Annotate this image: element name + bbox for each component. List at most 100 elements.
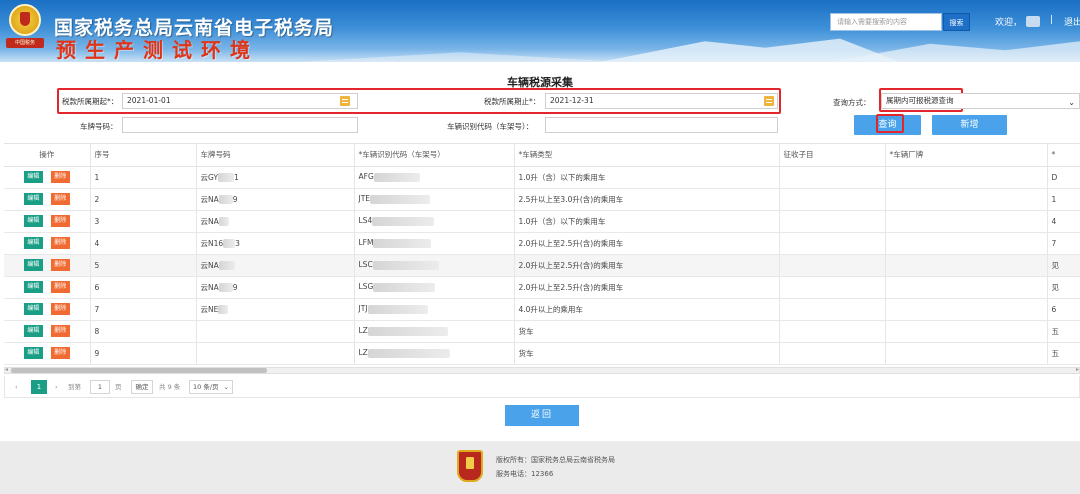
delete-button[interactable]: 删除 (50, 259, 70, 271)
vehicle-type-cell: 2.0升以上至2.5升(含)的乘用车 (514, 276, 780, 299)
tax-badge-icon (457, 450, 483, 482)
page-unit: 页 (115, 383, 122, 391)
delete-button[interactable]: 删除 (50, 193, 70, 205)
total-count: 共 9 条 (159, 383, 181, 391)
goto-label: 到第 (68, 383, 81, 391)
extra-cell: 见 (1047, 254, 1080, 277)
tax-emblem-icon: 中国税务 (6, 4, 44, 52)
table-row: 编辑 删除 8 LZ 货车 五 (4, 320, 1080, 343)
next-page-icon[interactable]: › (55, 380, 58, 394)
query-mode-select[interactable]: 属期内可报税源查询 ⌄ (881, 93, 1080, 109)
plate-suffix: 1 (234, 172, 239, 182)
column-header: *车辆类型 (514, 144, 780, 167)
edit-button[interactable]: 编辑 (23, 193, 43, 205)
chevron-down-icon: ⌄ (223, 383, 229, 391)
vehicle-table: 操作 序号 车牌号码 *车辆识别代码（车架号） *车辆类型 征收子目 *车辆厂牌… (4, 143, 1080, 371)
vehicle-type-cell: 2.0升以上至2.5升(含)的乘用车 (514, 254, 780, 277)
period-end-input[interactable]: 2021-12-31 (545, 93, 778, 109)
edit-button[interactable]: 编辑 (23, 325, 43, 337)
vin-prefix: JTJ (358, 304, 368, 314)
service-phone: 服务电话：12366 (496, 470, 554, 478)
banner-decoration (830, 41, 1080, 62)
table-row: 编辑 删除 5 云NA LSC 2.0升以上至2.5升(含)的乘用车 见 (4, 254, 1080, 277)
edit-button[interactable]: 编辑 (23, 215, 43, 227)
header-banner: 中国税务 国家税务总局云南省电子税务局 预生产测试环境 请输入需要搜索的内容 搜… (0, 0, 1080, 62)
plate-cell: 云NA 9 (196, 188, 355, 211)
delete-button[interactable]: 删除 (50, 171, 70, 183)
sub-item-cell (779, 298, 886, 321)
vin-input[interactable] (545, 117, 778, 133)
brand-cell (885, 232, 1048, 255)
current-page[interactable]: 1 (31, 380, 47, 394)
calendar-icon[interactable] (340, 96, 350, 106)
scroll-left-icon[interactable]: ◂ (5, 366, 8, 373)
plate-suffix: 9 (232, 194, 238, 204)
goto-page-input[interactable]: 1 (90, 380, 110, 394)
row-number: 2 (90, 188, 197, 211)
vin-prefix: AFG (358, 172, 374, 182)
delete-button[interactable]: 删除 (50, 303, 70, 315)
vin-prefix: LZ (358, 348, 368, 358)
extra-cell: 1 (1047, 188, 1080, 211)
delete-button[interactable]: 删除 (50, 325, 70, 337)
vin-cell: JTJ (354, 298, 515, 321)
brand-cell (885, 166, 1048, 189)
edit-button[interactable]: 编辑 (23, 281, 43, 293)
page-size-value: 10 条/页 (193, 383, 219, 391)
delete-button[interactable]: 删除 (50, 237, 70, 249)
plate-input[interactable] (122, 117, 358, 133)
plate-prefix: 云NE (200, 304, 219, 314)
column-header: 序号 (90, 144, 197, 167)
extra-cell: 见 (1047, 276, 1080, 299)
scrollbar-thumb[interactable] (11, 368, 267, 373)
add-button[interactable]: 新增 (932, 115, 1007, 135)
edit-button[interactable]: 编辑 (23, 347, 43, 359)
row-number: 6 (90, 276, 197, 299)
plate-prefix: 云N16 (200, 238, 224, 248)
brand-cell (885, 254, 1048, 277)
prev-page-icon[interactable]: ‹ (15, 380, 18, 394)
environment-title: 预生产测试环境 (56, 38, 259, 62)
delete-button[interactable]: 删除 (50, 347, 70, 359)
table-header-row: 操作 序号 车牌号码 *车辆识别代码（车架号） *车辆类型 征收子目 *车辆厂牌… (4, 144, 1080, 167)
edit-button[interactable]: 编辑 (23, 303, 43, 315)
redaction (223, 239, 236, 248)
page-size-select[interactable]: 10 条/页 ⌄ (189, 380, 233, 394)
edit-button[interactable]: 编辑 (23, 259, 43, 271)
edit-button[interactable]: 编辑 (23, 171, 43, 183)
delete-button[interactable]: 删除 (50, 281, 70, 293)
period-start-label: 税款所属期起*： (62, 97, 119, 106)
query-mode-value: 属期内可报税源查询 (886, 96, 954, 105)
redaction (367, 304, 428, 314)
return-button[interactable]: 返回 (505, 405, 579, 426)
plate-suffix: 9 (232, 282, 238, 292)
column-header: 车牌号码 (196, 144, 355, 167)
extra-cell: 7 (1047, 232, 1080, 255)
copyright-text: 版权所有：国家税务总局云南省税务局 (496, 456, 615, 464)
site-search-button[interactable]: 搜索 (943, 13, 970, 31)
vin-cell: LZ (354, 320, 515, 343)
username-redacted (1026, 16, 1040, 27)
row-number: 5 (90, 254, 197, 277)
pagination: ‹ 1 › 到第 1 页 确定 共 9 条 10 条/页 ⌄ (4, 376, 1080, 398)
extra-cell: 4 (1047, 210, 1080, 233)
redaction (367, 348, 450, 358)
row-number: 8 (90, 320, 197, 343)
period-end-label: 税款所属期止*： (484, 97, 541, 106)
calendar-icon[interactable] (764, 96, 774, 106)
horizontal-scrollbar[interactable]: ◂ ▸ (4, 366, 1080, 374)
vin-prefix: LS4 (358, 216, 373, 226)
delete-button[interactable]: 删除 (50, 215, 70, 227)
logout-link[interactable]: 退出 (1064, 15, 1080, 28)
period-start-input[interactable]: 2021-01-01 (122, 93, 358, 109)
goto-confirm-button[interactable]: 确定 (131, 380, 153, 394)
redaction (373, 238, 432, 248)
column-header: *车辆识别代码（车架号） (354, 144, 515, 167)
sub-item-cell (779, 254, 886, 277)
row-number: 1 (90, 166, 197, 189)
redaction (218, 195, 233, 204)
site-search-input[interactable]: 请输入需要搜索的内容 (830, 13, 942, 31)
scroll-right-icon[interactable]: ▸ (1076, 366, 1079, 373)
sub-item-cell (779, 232, 886, 255)
edit-button[interactable]: 编辑 (23, 237, 43, 249)
